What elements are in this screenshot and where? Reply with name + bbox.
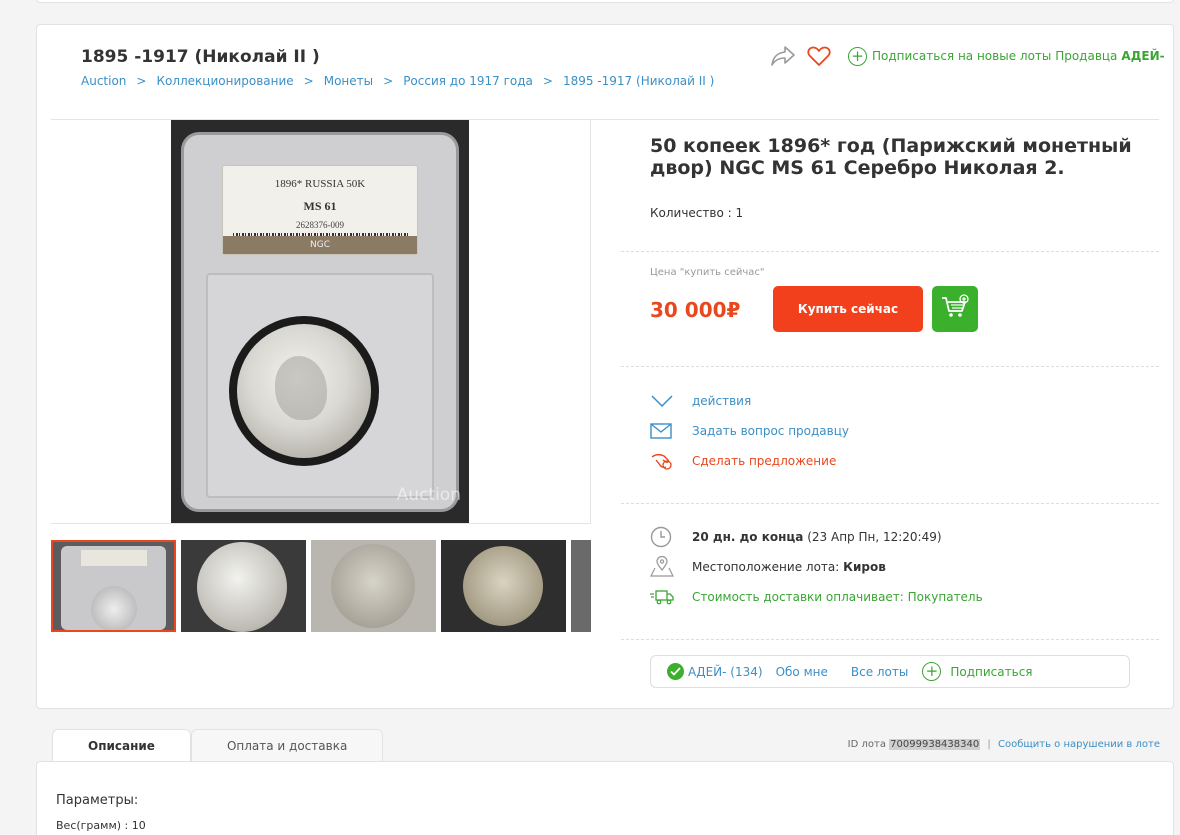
slab-grade: MS 61 — [303, 199, 337, 213]
divider — [621, 639, 1159, 640]
breadcrumb-item-russia[interactable]: Россия до 1917 года — [403, 74, 533, 88]
location-value: Киров — [843, 560, 886, 574]
plus-circle-icon: + — [848, 46, 867, 66]
lot-title: 50 копеек 1896* год (Парижский монетный … — [650, 135, 1132, 179]
thumbnail[interactable] — [441, 540, 566, 632]
delivery-info: Стоимость доставки оплачивает: Покупател… — [650, 587, 983, 607]
hand-offer-icon — [650, 451, 678, 471]
lot-id-label: ID лота — [847, 739, 886, 750]
heart-icon[interactable] — [806, 43, 832, 69]
actions-menu[interactable]: действия — [650, 391, 751, 411]
slab-label: 1896* RUSSIA 50K MS 61 2628376-009 NGC — [222, 165, 418, 255]
cart-icon — [940, 294, 970, 324]
make-offer-label: Сделать предложение — [692, 454, 837, 468]
price: 30 000₽ — [650, 298, 741, 322]
divider — [51, 523, 591, 524]
end-date: (23 Апр Пн, 12:20:49) — [807, 530, 942, 544]
param-weight: Вес(грамм) : 10 — [56, 819, 146, 832]
divider — [590, 120, 591, 523]
slab-line1: 1896* RUSSIA 50K — [274, 178, 366, 190]
breadcrumb-item-coins[interactable]: Монеты — [324, 74, 373, 88]
lot-id-divider: | — [987, 739, 991, 750]
clock-icon — [650, 526, 678, 548]
actions-menu-label: действия — [692, 394, 752, 408]
breadcrumb: Auction > Коллекционирование > Монеты > Россия… — [81, 74, 714, 88]
thumbnail[interactable] — [51, 540, 176, 632]
seller-box: АДЕЙ- (134) Обо мне Все лоты + Подписать… — [650, 655, 1130, 688]
location: Местоположение лота: Киров — [650, 556, 886, 577]
make-offer-link[interactable]: Сделать предложение — [650, 451, 836, 471]
main-photo[interactable]: 1896* RUSSIA 50K MS 61 2628376-009 NGC A… — [171, 120, 469, 523]
add-to-cart-button[interactable] — [932, 286, 978, 332]
ask-seller-link[interactable]: Задать вопрос продавцу — [650, 421, 849, 441]
thumbnail[interactable] — [311, 540, 436, 632]
subscribe-label: Подписаться — [950, 664, 1033, 679]
plus-circle-icon: + — [922, 662, 942, 681]
lot-card: 1895 -1917 (Николай II ) Auction > Коллекц… — [36, 24, 1174, 709]
top-actions: + Подписаться на новые лоты Продавца АДЕ… — [770, 41, 1165, 71]
tab-payment-delivery[interactable]: Оплата и доставка — [190, 729, 384, 762]
envelope-icon — [650, 421, 678, 441]
lot-id-value: 70099938438340 — [889, 739, 981, 750]
truck-icon — [650, 587, 678, 607]
slab-brand: NGC — [223, 236, 417, 254]
divider — [621, 503, 1159, 504]
report-violation-link[interactable]: Сообщить о нарушении в лоте — [998, 739, 1160, 750]
buy-now-button[interactable]: Купить сейчас — [773, 286, 923, 332]
check-icon — [667, 663, 684, 680]
subscribe-seller-link[interactable]: + Подписаться на новые лоты Продавца АДЕ… — [848, 46, 1165, 66]
watermark: Auction — [396, 485, 461, 505]
description-panel: Параметры: Вес(грамм) : 10 — [36, 761, 1174, 835]
ask-seller-label: Задать вопрос продавцу — [692, 424, 850, 438]
breadcrumb-separator: > — [303, 74, 314, 88]
location-label: Местоположение лота: — [692, 560, 840, 574]
thumbnail[interactable] — [181, 540, 306, 632]
divider — [621, 366, 1159, 367]
breadcrumb-item-collecting[interactable]: Коллекционирование — [156, 74, 293, 88]
time-left-value: 20 дн. до конца — [692, 530, 804, 544]
about-seller-link[interactable]: Обо мне — [776, 665, 828, 679]
share-icon[interactable] — [770, 43, 796, 69]
time-left: 20 дн. до конца (23 Апр Пн, 12:20:49) — [650, 526, 942, 548]
price-label: Цена "купить сейчас" — [650, 267, 765, 278]
divider — [621, 251, 1159, 252]
breadcrumb-separator: > — [136, 74, 147, 88]
all-lots-link[interactable]: Все лоты — [851, 665, 909, 679]
subscribe-seller-text: Подписаться на новые лоты Продавца — [872, 49, 1118, 63]
breadcrumb-item-auction[interactable]: Auction — [81, 74, 126, 88]
map-pin-icon — [650, 556, 678, 577]
breadcrumb-separator: > — [383, 74, 394, 88]
subscribe-button[interactable]: + Подписаться — [922, 662, 1033, 681]
breadcrumb-separator: > — [542, 74, 553, 88]
thumbnail[interactable] — [571, 540, 591, 632]
tab-description[interactable]: Описание — [52, 729, 191, 762]
breadcrumb-item-nicholas[interactable]: 1895 -1917 (Николай II ) — [563, 74, 714, 88]
delivery-text: Стоимость доставки оплачивает: Покупател… — [692, 590, 983, 604]
previous-card — [36, 0, 1174, 3]
seller-link[interactable]: АДЕЙ- (134) — [688, 665, 763, 679]
slab-cert: 2628376-009 — [296, 220, 344, 230]
category-title: 1895 -1917 (Николай II ) — [81, 47, 320, 67]
lot-id: ID лота 70099938438340 | Сообщить о нару… — [848, 739, 1160, 750]
tab-bar: Описание Оплата и доставка — [52, 729, 384, 762]
chevron-down-icon — [650, 391, 678, 411]
seller-name: АДЕЙ- — [1121, 49, 1165, 63]
thumbnail-strip — [51, 539, 591, 633]
quantity: Количество : 1 — [650, 206, 744, 220]
params-heading: Параметры: — [56, 793, 139, 808]
